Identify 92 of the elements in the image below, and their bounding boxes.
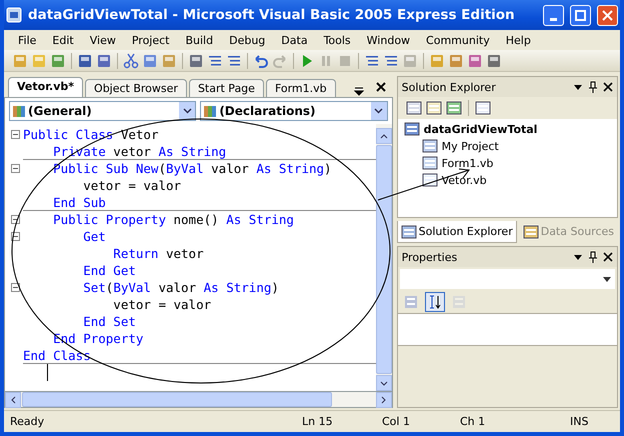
code-line: End Sub (52, 194, 106, 210)
maximize-icon (575, 10, 586, 20)
scrollbar-thumb[interactable] (376, 145, 392, 374)
dropdown-value: (General) (28, 104, 92, 118)
menu-item[interactable]: Help (498, 34, 539, 46)
code-line: Return vetor (112, 246, 204, 260)
solution-icon (404, 121, 420, 137)
code-line: Public Property nome() As String (52, 212, 294, 226)
app-icon (6, 7, 22, 23)
status-text: Ln 15 (302, 415, 334, 428)
menu-item[interactable]: Build (177, 34, 222, 46)
view-code-icon (474, 100, 491, 116)
menu-item[interactable]: Tools (316, 34, 359, 46)
dropdown-value: (Declarations) (219, 104, 316, 118)
window-title: dataGridViewTotal - Microsoft Visual Basic 2005 Express Edition (28, 7, 516, 23)
code-line: Get (82, 228, 106, 244)
code-line: End Set (82, 314, 136, 328)
menu-item[interactable]: View (82, 34, 124, 46)
code-line: Public Sub New(ByVal valor As String) (52, 160, 332, 176)
vb-file-icon (422, 172, 438, 188)
collapse-icon[interactable] (11, 282, 20, 292)
dropdown-icon[interactable] (573, 82, 583, 92)
scroll-left-button[interactable] (5, 392, 21, 408)
database-icon (522, 224, 539, 240)
tree-item[interactable]: My Project (442, 140, 499, 152)
menu-item[interactable]: Debug (221, 34, 274, 46)
editor-tab[interactable]: Object Browser (85, 79, 187, 97)
books-icon (203, 104, 218, 118)
collapse-icon[interactable] (11, 130, 20, 138)
scrollbar-thumb[interactable] (22, 392, 332, 407)
status-text: Ch 1 (460, 415, 486, 428)
minimize-icon (550, 18, 557, 20)
dropdown-icon[interactable] (573, 252, 583, 262)
form-icon (422, 155, 438, 171)
code-line: vetor = valor (112, 296, 212, 312)
refresh-icon (446, 100, 462, 116)
dropdown-icon (603, 276, 611, 282)
code-line: End Get (82, 262, 136, 278)
tree-item[interactable]: Form1.vb (442, 156, 494, 170)
dock-tab[interactable]: Solution Explorer (396, 221, 517, 243)
code-line: Set(ByVal valor As String) (82, 280, 279, 294)
close-icon[interactable] (374, 81, 387, 93)
code-dropdown[interactable]: (Declarations) (200, 101, 388, 121)
undo-icon[interactable] (253, 52, 269, 68)
editor-tab[interactable]: Form1.vb (266, 79, 336, 97)
pane-title: Solution Explorer (402, 80, 497, 94)
pane-title: Properties (402, 250, 458, 264)
alphabetical-button[interactable] (424, 292, 445, 312)
pin-icon[interactable] (588, 81, 598, 93)
close-icon[interactable] (603, 82, 613, 92)
editor-tab[interactable]: Vetor.vb* (8, 77, 84, 97)
close-button[interactable] (597, 4, 618, 26)
close-icon (602, 10, 613, 20)
chevron-right-icon (381, 396, 386, 404)
explorer-icon (400, 224, 417, 240)
pin-icon[interactable] (588, 251, 598, 263)
maximize-button[interactable] (570, 4, 591, 26)
list-icon (404, 295, 418, 309)
tree-item[interactable]: Vetor.vb (442, 174, 487, 186)
minimize-button[interactable] (543, 4, 564, 26)
show-files-icon (426, 100, 442, 116)
chevron-left-icon (10, 396, 16, 404)
chevron-up-icon (380, 134, 388, 138)
menu-item[interactable]: Data (273, 34, 316, 46)
code-line: Public Class Vetor (23, 126, 158, 142)
tree-item[interactable]: dataGridViewTotal (424, 122, 538, 136)
chevron-down-icon (374, 108, 384, 114)
chevron-down-icon (380, 380, 388, 386)
scroll-down-button[interactable] (376, 375, 392, 391)
menu-item[interactable]: Community (418, 34, 498, 46)
books-icon (12, 104, 26, 118)
code-line: vetor = valor (82, 178, 182, 192)
menu-item[interactable]: File (10, 34, 44, 46)
menu-item[interactable]: Project (124, 34, 178, 46)
dropdown-icon[interactable] (352, 85, 365, 97)
scroll-right-button[interactable] (376, 392, 392, 408)
status-text: Col 1 (382, 415, 411, 428)
sort-icon (428, 295, 442, 309)
close-icon[interactable] (603, 252, 613, 262)
code-dropdown[interactable]: (General) (9, 101, 196, 121)
scroll-up-button[interactable] (376, 128, 392, 144)
menu-item[interactable]: Edit (44, 34, 82, 46)
project-icon (422, 138, 438, 154)
text-cursor (47, 364, 48, 381)
status-text: Ready (10, 415, 46, 428)
cut-icon[interactable] (123, 52, 139, 68)
chevron-down-icon (182, 108, 192, 114)
collapse-icon[interactable] (11, 164, 20, 172)
list-icon (452, 295, 466, 309)
status-text: INS (570, 415, 588, 428)
editor-tab[interactable]: Start Page (188, 79, 264, 97)
menu-item[interactable]: Window (358, 34, 418, 46)
